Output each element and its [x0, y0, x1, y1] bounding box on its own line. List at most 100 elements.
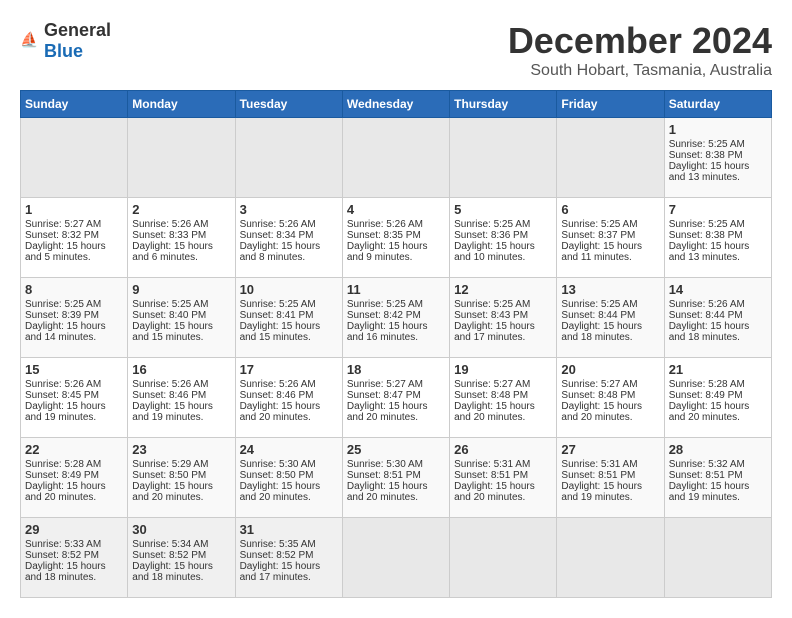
calendar-cell [342, 118, 449, 198]
day-number: 14 [669, 282, 767, 297]
daylight-text: Daylight: 15 hours and 9 minutes. [347, 241, 445, 263]
calendar-cell: 22Sunrise: 5:28 AMSunset: 8:49 PMDayligh… [21, 438, 128, 518]
sunset-text: Sunset: 8:50 PM [132, 470, 230, 481]
sunrise-text: Sunrise: 5:27 AM [454, 379, 552, 390]
sunrise-text: Sunrise: 5:26 AM [132, 379, 230, 390]
page-header: ⛵ General Blue December 2024 South Hobar… [20, 20, 772, 80]
day-number: 30 [132, 522, 230, 537]
sunrise-text: Sunrise: 5:26 AM [669, 299, 767, 310]
sunset-text: Sunset: 8:49 PM [25, 470, 123, 481]
day-number: 12 [454, 282, 552, 297]
sunrise-text: Sunrise: 5:25 AM [132, 299, 230, 310]
calendar-cell: 30Sunrise: 5:34 AMSunset: 8:52 PMDayligh… [128, 518, 235, 598]
calendar-cell: 5Sunrise: 5:25 AMSunset: 8:36 PMDaylight… [450, 198, 557, 278]
day-number: 26 [454, 442, 552, 457]
calendar-cell: 23Sunrise: 5:29 AMSunset: 8:50 PMDayligh… [128, 438, 235, 518]
daylight-text: Daylight: 15 hours and 19 minutes. [132, 401, 230, 423]
calendar-cell: 6Sunrise: 5:25 AMSunset: 8:37 PMDaylight… [557, 198, 664, 278]
day-number: 21 [669, 362, 767, 377]
sunset-text: Sunset: 8:46 PM [132, 390, 230, 401]
day-number: 16 [132, 362, 230, 377]
daylight-text: Daylight: 15 hours and 18 minutes. [669, 321, 767, 343]
day-number: 2 [132, 202, 230, 217]
sunset-text: Sunset: 8:34 PM [240, 230, 338, 241]
daylight-text: Daylight: 15 hours and 5 minutes. [25, 241, 123, 263]
calendar-cell [450, 518, 557, 598]
sunset-text: Sunset: 8:40 PM [132, 310, 230, 321]
calendar-cell [450, 118, 557, 198]
sunset-text: Sunset: 8:52 PM [25, 550, 123, 561]
column-header-wednesday: Wednesday [342, 91, 449, 118]
column-header-friday: Friday [557, 91, 664, 118]
sunrise-text: Sunrise: 5:29 AM [132, 459, 230, 470]
sunset-text: Sunset: 8:44 PM [561, 310, 659, 321]
day-number: 23 [132, 442, 230, 457]
day-number: 11 [347, 282, 445, 297]
sunset-text: Sunset: 8:39 PM [25, 310, 123, 321]
daylight-text: Daylight: 15 hours and 20 minutes. [561, 401, 659, 423]
daylight-text: Daylight: 15 hours and 20 minutes. [240, 401, 338, 423]
column-header-monday: Monday [128, 91, 235, 118]
sunrise-text: Sunrise: 5:32 AM [669, 459, 767, 470]
sunset-text: Sunset: 8:35 PM [347, 230, 445, 241]
sunset-text: Sunset: 8:43 PM [454, 310, 552, 321]
calendar-week-row: 1Sunrise: 5:25 AMSunset: 8:38 PMDaylight… [21, 118, 772, 198]
day-number: 5 [454, 202, 552, 217]
day-number: 6 [561, 202, 659, 217]
calendar-week-row: 15Sunrise: 5:26 AMSunset: 8:45 PMDayligh… [21, 358, 772, 438]
daylight-text: Daylight: 15 hours and 8 minutes. [240, 241, 338, 263]
calendar-header-row: SundayMondayTuesdayWednesdayThursdayFrid… [21, 91, 772, 118]
calendar-cell: 8Sunrise: 5:25 AMSunset: 8:39 PMDaylight… [21, 278, 128, 358]
calendar-cell [557, 118, 664, 198]
sunrise-text: Sunrise: 5:26 AM [240, 379, 338, 390]
sunset-text: Sunset: 8:51 PM [669, 470, 767, 481]
daylight-text: Daylight: 15 hours and 17 minutes. [454, 321, 552, 343]
calendar-cell: 24Sunrise: 5:30 AMSunset: 8:50 PMDayligh… [235, 438, 342, 518]
calendar-cell [664, 518, 771, 598]
day-number: 19 [454, 362, 552, 377]
sunrise-text: Sunrise: 5:25 AM [240, 299, 338, 310]
logo: ⛵ General Blue [20, 20, 111, 62]
calendar-cell: 31Sunrise: 5:35 AMSunset: 8:52 PMDayligh… [235, 518, 342, 598]
sunrise-text: Sunrise: 5:27 AM [25, 219, 123, 230]
sunset-text: Sunset: 8:32 PM [25, 230, 123, 241]
calendar-week-row: 22Sunrise: 5:28 AMSunset: 8:49 PMDayligh… [21, 438, 772, 518]
sunset-text: Sunset: 8:38 PM [669, 150, 767, 161]
sunset-text: Sunset: 8:37 PM [561, 230, 659, 241]
sunrise-text: Sunrise: 5:28 AM [669, 379, 767, 390]
calendar-body: 1Sunrise: 5:25 AMSunset: 8:38 PMDaylight… [21, 118, 772, 598]
sunset-text: Sunset: 8:52 PM [240, 550, 338, 561]
svg-text:⛵: ⛵ [20, 31, 38, 48]
sunrise-text: Sunrise: 5:35 AM [240, 539, 338, 550]
column-header-tuesday: Tuesday [235, 91, 342, 118]
calendar-cell [342, 518, 449, 598]
sunrise-text: Sunrise: 5:31 AM [454, 459, 552, 470]
sunrise-text: Sunrise: 5:30 AM [240, 459, 338, 470]
sunset-text: Sunset: 8:47 PM [347, 390, 445, 401]
logo-icon: ⛵ [20, 31, 40, 51]
sunset-text: Sunset: 8:33 PM [132, 230, 230, 241]
sunset-text: Sunset: 8:46 PM [240, 390, 338, 401]
daylight-text: Daylight: 15 hours and 17 minutes. [240, 561, 338, 583]
calendar-cell: 1Sunrise: 5:25 AMSunset: 8:38 PMDaylight… [664, 118, 771, 198]
sunset-text: Sunset: 8:49 PM [669, 390, 767, 401]
calendar-cell: 12 Sunrise: 5:25 AMSunset: 8:43 PMDayligh… [450, 278, 557, 358]
calendar-table: SundayMondayTuesdayWednesdayThursdayFrid… [20, 90, 772, 598]
day-number: 4 [347, 202, 445, 217]
day-number: 27 [561, 442, 659, 457]
sunrise-text: Sunrise: 5:26 AM [240, 219, 338, 230]
sunset-text: Sunset: 8:51 PM [561, 470, 659, 481]
daylight-text: Daylight: 15 hours and 18 minutes. [132, 561, 230, 583]
daylight-text: Daylight: 15 hours and 11 minutes. [561, 241, 659, 263]
calendar-cell: 10Sunrise: 5:25 AMSunset: 8:41 PMDayligh… [235, 278, 342, 358]
daylight-text: Daylight: 15 hours and 13 minutes. [669, 241, 767, 263]
sunrise-text: Sunrise: 5:26 AM [25, 379, 123, 390]
daylight-text: Daylight: 15 hours and 16 minutes. [347, 321, 445, 343]
sunset-text: Sunset: 8:48 PM [561, 390, 659, 401]
sunrise-text: Sunrise: 5:26 AM [347, 219, 445, 230]
sunrise-text: Sunrise: 5:25 AM [454, 299, 552, 310]
sunset-text: Sunset: 8:44 PM [669, 310, 767, 321]
daylight-text: Daylight: 15 hours and 20 minutes. [454, 481, 552, 503]
calendar-cell: 28Sunrise: 5:32 AMSunset: 8:51 PMDayligh… [664, 438, 771, 518]
calendar-week-row: 1Sunrise: 5:27 AMSunset: 8:32 PMDaylight… [21, 198, 772, 278]
